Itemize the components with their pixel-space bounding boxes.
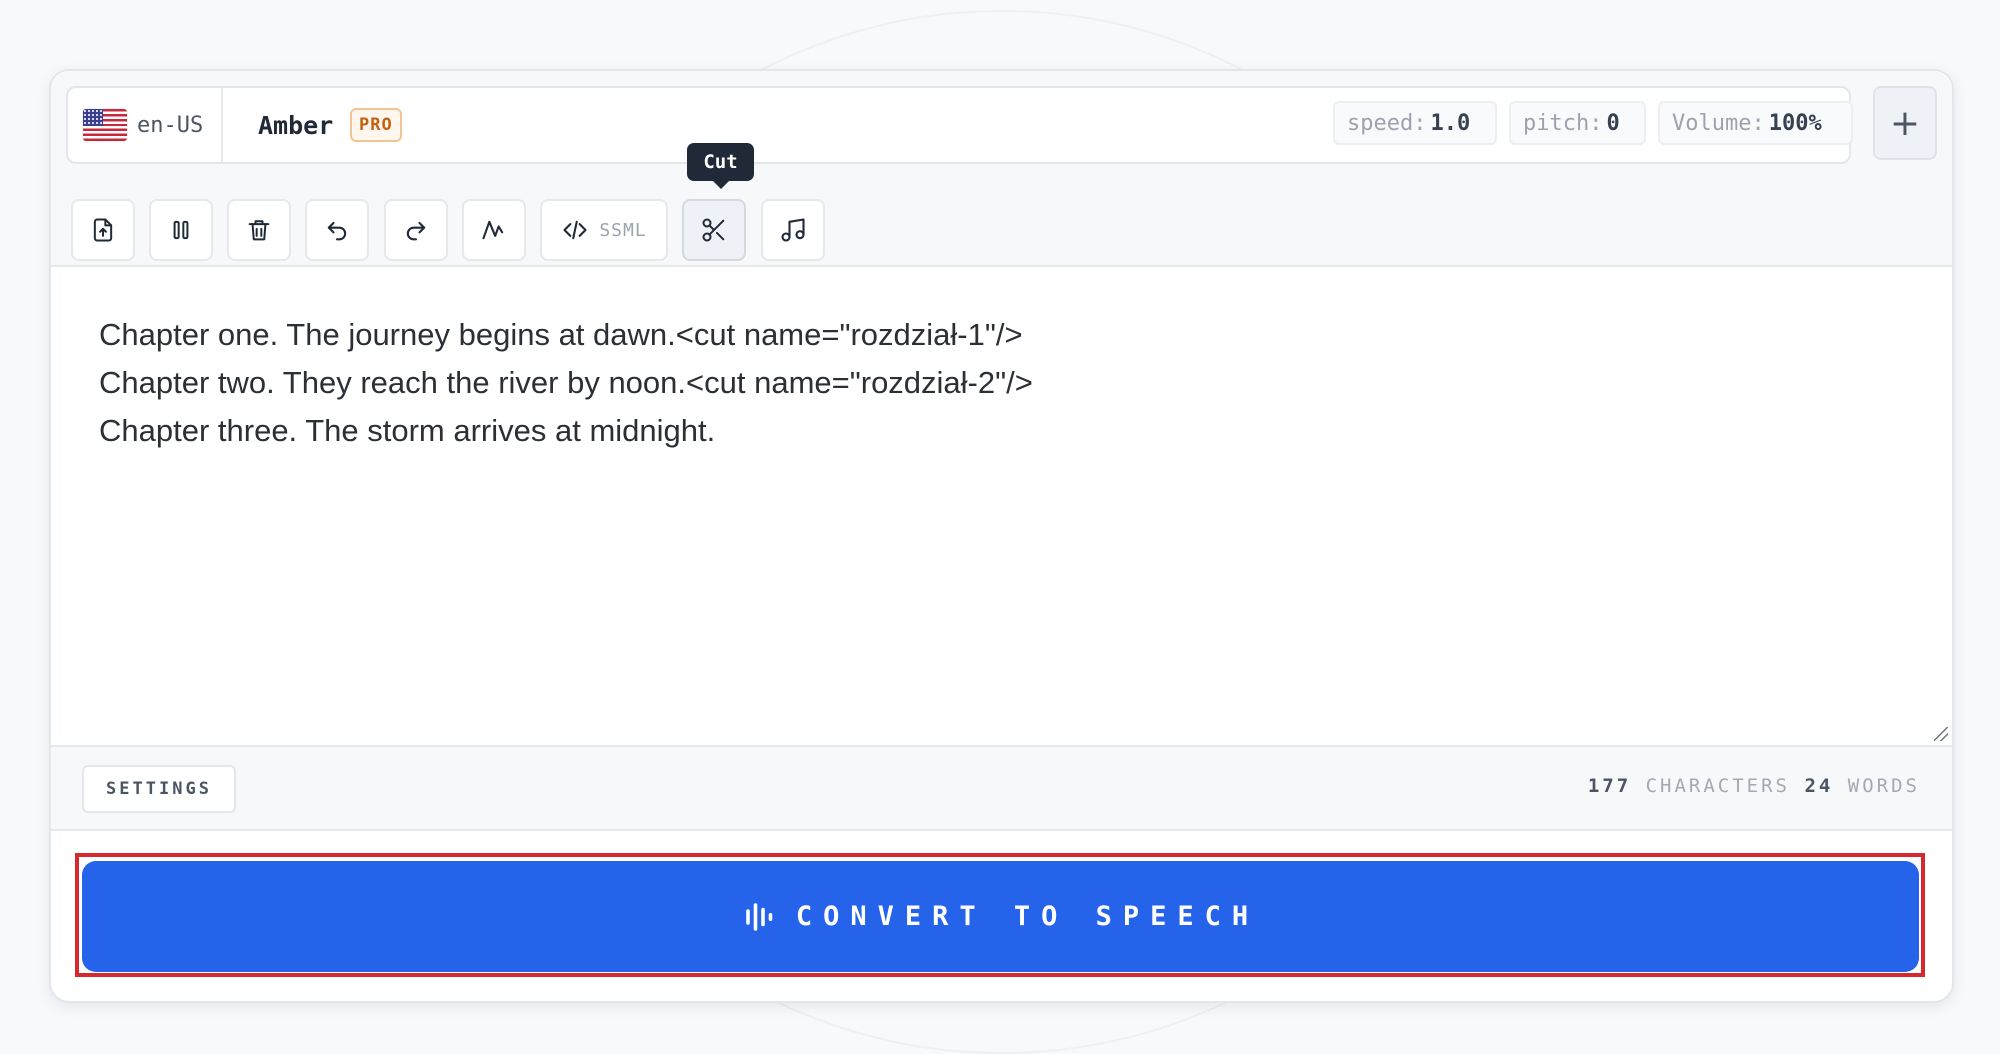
locale-code: en-US <box>137 112 204 138</box>
convert-to-speech-button[interactable]: CONVERT TO SPEECH <box>82 861 1919 972</box>
locale-selector[interactable]: en-US <box>68 88 223 162</box>
voice-selector-bar[interactable]: en-US Amber PRO speed: 1.0 pitch: 0 Volu… <box>66 86 1853 164</box>
character-label: CHARACTERS <box>1645 775 1790 797</box>
speed-value: 1.0 <box>1430 110 1471 136</box>
trash-icon <box>248 220 270 241</box>
delete-button[interactable] <box>227 199 291 261</box>
ssml-button[interactable]: SSML <box>540 199 668 261</box>
scissors-icon <box>702 218 725 242</box>
character-count: 177 <box>1587 775 1632 797</box>
editor-footer: SETTINGS 177 CHARACTERS 24 WORDS <box>51 747 1952 831</box>
us-flag-icon <box>83 109 127 141</box>
settings-button[interactable]: SETTINGS <box>82 765 236 813</box>
volume-setting[interactable]: Volume: 100% <box>1658 101 1853 145</box>
prosody-button[interactable] <box>462 199 526 261</box>
speed-setting[interactable]: speed: 1.0 <box>1333 101 1497 145</box>
pro-badge: PRO <box>350 108 402 142</box>
pause-icon <box>173 220 189 240</box>
undo-button[interactable] <box>305 199 369 261</box>
cut-button[interactable] <box>682 199 746 261</box>
ssml-label: SSML <box>599 219 647 241</box>
music-note-icon <box>781 218 805 242</box>
upload-file-button[interactable] <box>71 199 135 261</box>
text-editor[interactable]: Chapter one. The journey begins at dawn.… <box>51 267 1952 747</box>
upload-file-icon <box>93 218 113 242</box>
word-label: WORDS <box>1847 775 1920 797</box>
waveform-icon <box>482 220 504 240</box>
volume-value: 100% <box>1768 110 1822 136</box>
pause-button[interactable] <box>149 199 213 261</box>
redo-button[interactable] <box>384 199 448 261</box>
audio-waves-icon <box>746 902 773 931</box>
word-count: 24 <box>1804 775 1834 797</box>
editor-toolbar: SSML <box>51 185 1952 267</box>
redo-icon <box>406 221 426 241</box>
pitch-value: 0 <box>1606 110 1620 136</box>
text-stats: 177 CHARACTERS 24 WORDS <box>1588 775 1920 797</box>
volume-label: Volume: <box>1672 110 1765 136</box>
pitch-label: pitch: <box>1523 110 1603 136</box>
pitch-setting[interactable]: pitch: 0 <box>1509 101 1646 145</box>
tts-editor-card: en-US Amber PRO speed: 1.0 pitch: 0 Volu… <box>49 69 1954 1003</box>
cut-tooltip: Cut <box>687 143 754 189</box>
resize-handle[interactable] <box>1934 727 1948 741</box>
convert-label: CONVERT TO SPEECH <box>795 901 1260 932</box>
speed-label: speed: <box>1347 110 1427 136</box>
plus-icon: + <box>1889 102 1921 144</box>
editor-content[interactable]: Chapter one. The journey begins at dawn.… <box>99 311 1904 455</box>
voice-name[interactable]: Amber <box>258 88 333 162</box>
voice-bar-container: en-US Amber PRO speed: 1.0 pitch: 0 Volu… <box>51 71 1952 187</box>
code-icon <box>563 220 587 240</box>
audio-button[interactable] <box>761 199 825 261</box>
add-voice-button[interactable]: + <box>1873 86 1937 160</box>
undo-icon <box>327 221 347 241</box>
